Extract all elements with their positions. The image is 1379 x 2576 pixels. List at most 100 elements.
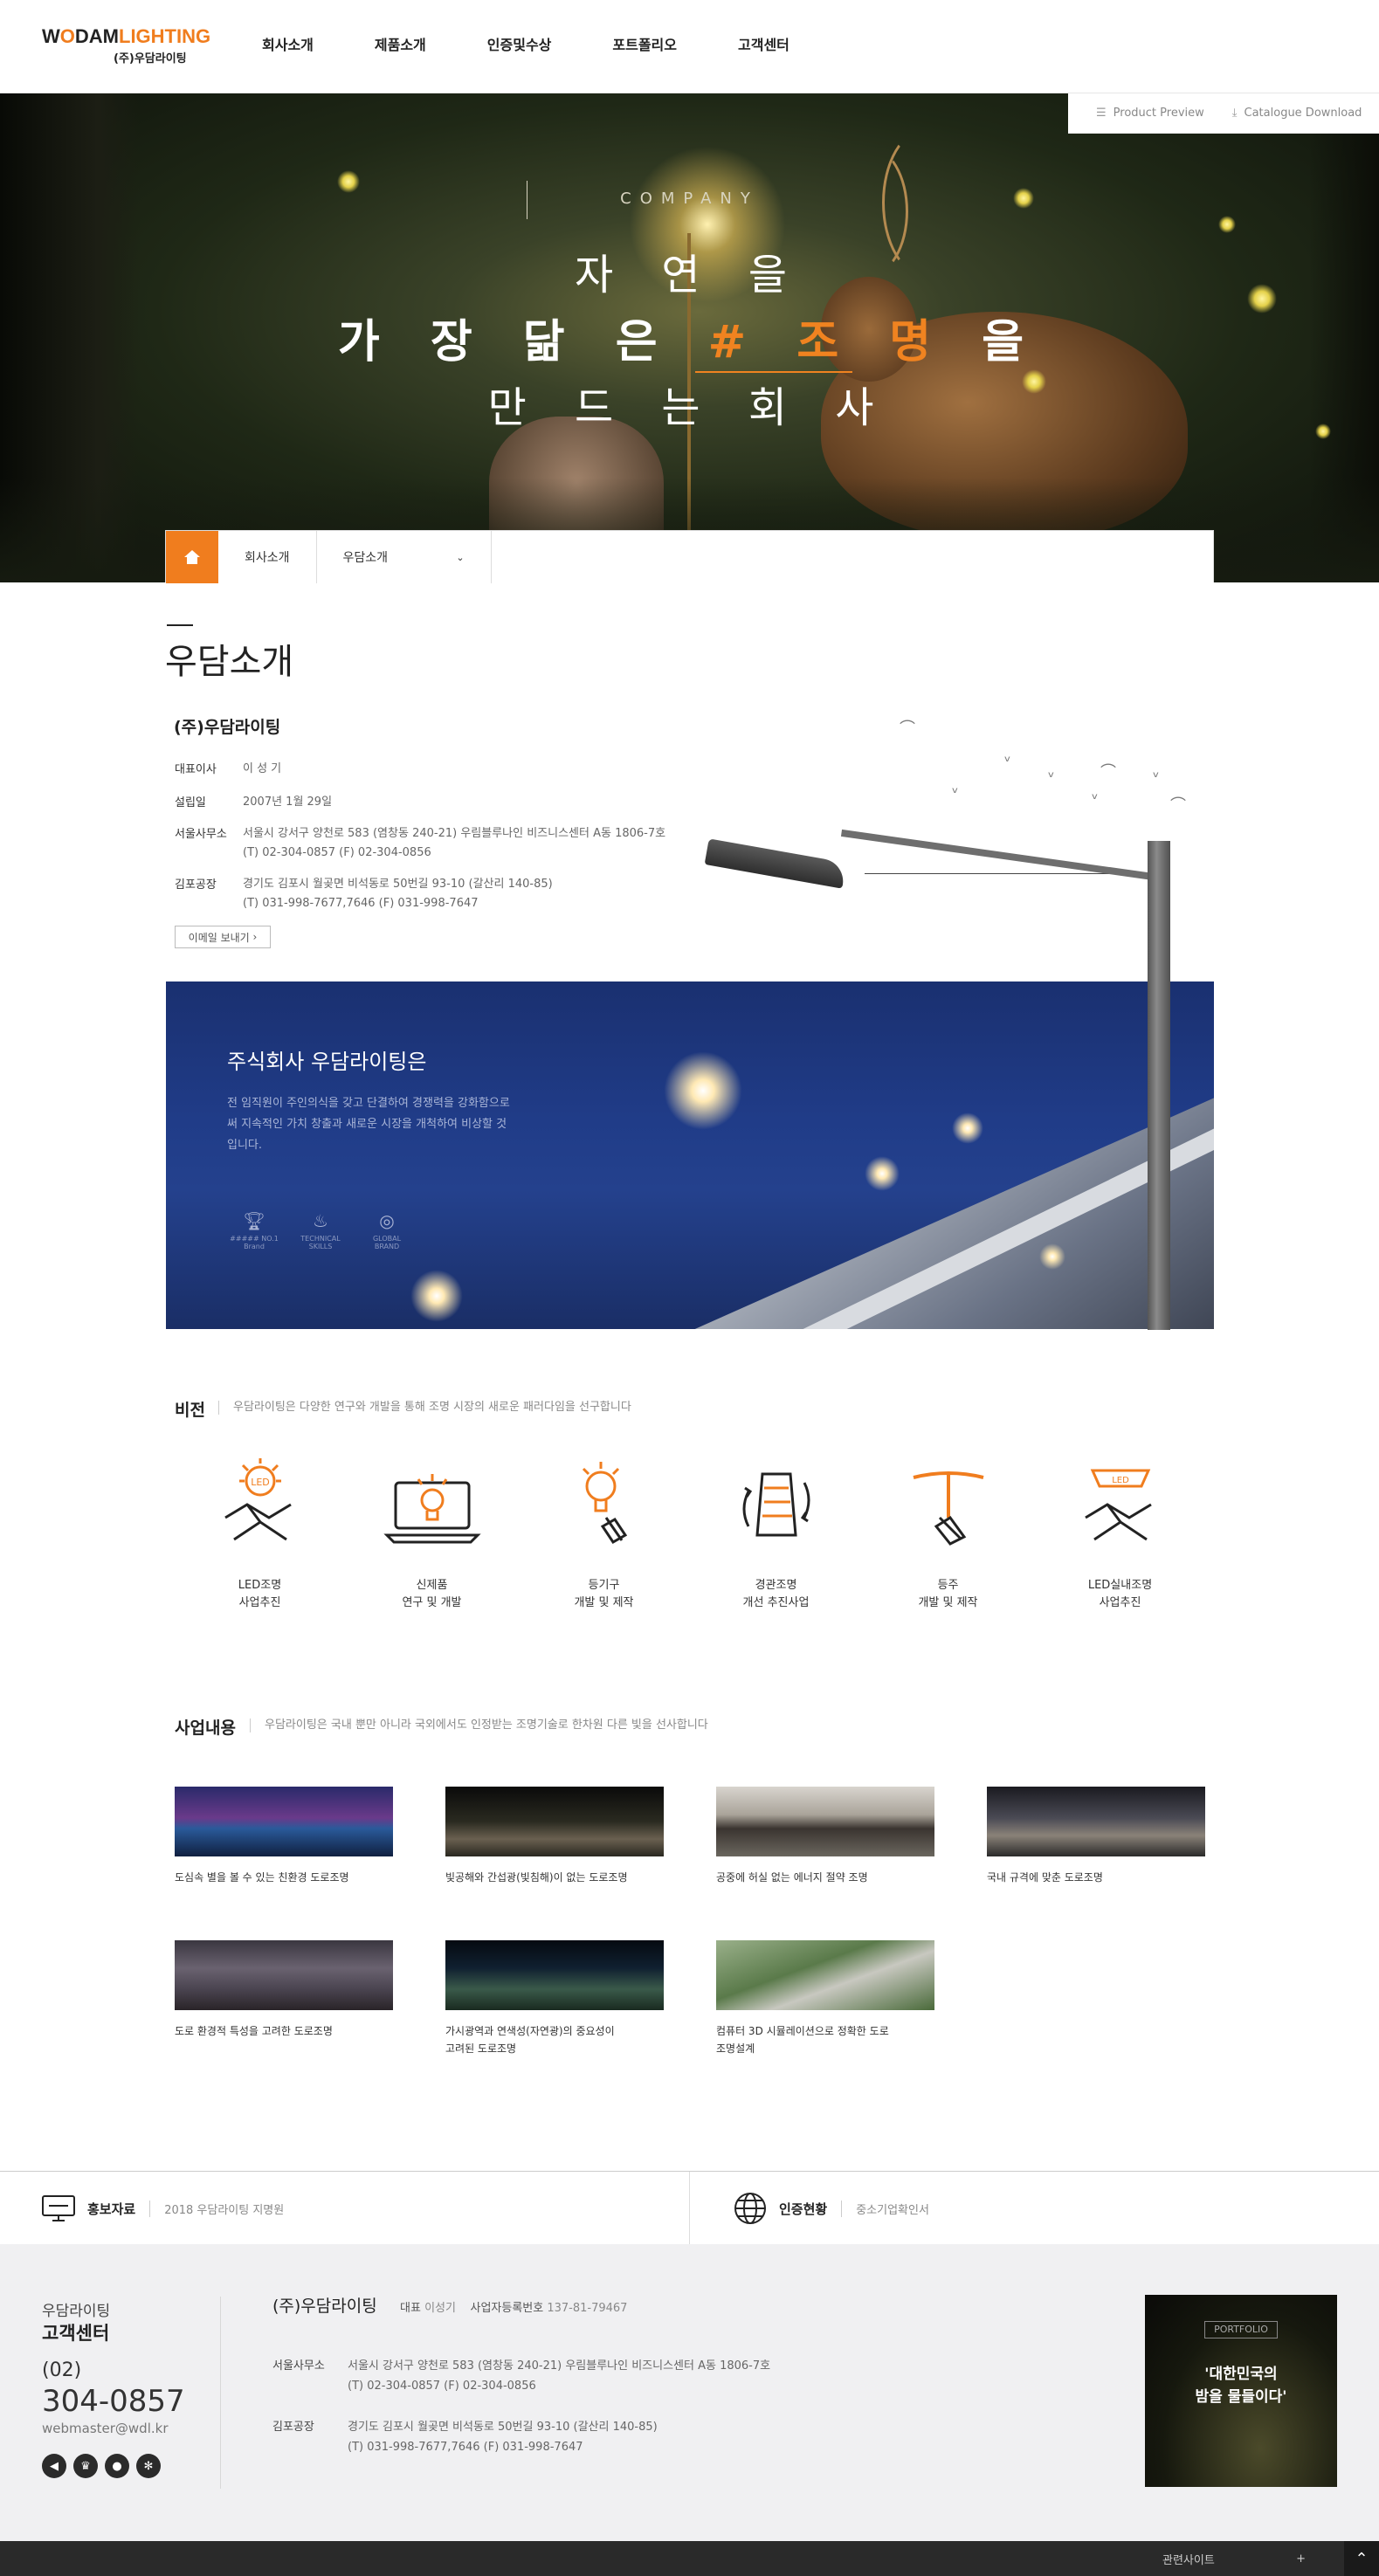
streetlight-head	[704, 838, 847, 889]
hero-line-1: 자 연 을	[575, 251, 804, 300]
info-row-gimpo: 김포공장 경기도 김포시 월곶면 비석동로 50번길 93-10 (갈산리 14…	[175, 878, 553, 910]
bird-icon: ᵛ	[1004, 753, 1011, 771]
footer-company-name: (주)우담라이팅	[272, 2297, 377, 2316]
globe-icon: ◎	[379, 1210, 395, 1231]
download-icon: ⤓	[1231, 107, 1238, 120]
bird-icon: ᵛ	[952, 784, 959, 802]
footer-address-seoul: 서울사무소 서울시 강서구 양천로 583 (염창동 240-21) 우림블루나…	[272, 2359, 771, 2393]
nav-portfolio[interactable]: 포트폴리오	[612, 33, 677, 54]
portfolio-badge: PORTFOLIO	[1204, 2321, 1278, 2338]
trophy-icon: 🏆︎	[243, 1210, 265, 1231]
vision-item-pole: 등주 개발 및 제작	[862, 1457, 1034, 1612]
business-card[interactable]: 컴퓨터 3D 시뮬레이션으로 정확한 도로 조명설계	[716, 1940, 934, 2057]
nav-products[interactable]: 제품소개	[375, 33, 426, 54]
bridge-light	[1039, 1243, 1065, 1270]
page-title: 우담소개	[165, 642, 294, 682]
lakeside-road-photo	[716, 1787, 934, 1856]
hero-line-3: 만 드 는 회 사	[487, 383, 892, 432]
company-name: (주)우담라이팅	[174, 718, 281, 737]
title-accent-bar	[167, 624, 193, 626]
technical-skills-badge: ♨ TECHNICAL SKILLS	[293, 1210, 348, 1250]
pole-wrench-icon	[913, 1471, 983, 1546]
breadcrumb: 회사소개 우담소개 ⌄	[165, 530, 1214, 583]
banner-badges: 🏆︎ ##### NO.1 Brand ♨ TECHNICAL SKILLS ◎ GL…	[227, 1210, 426, 1250]
logo-wordmark: WODAMLIGHTING	[42, 25, 211, 47]
catalogue-download-link[interactable]: ⤓ Catalogue Download	[1232, 107, 1362, 120]
bird-icon: ⌒	[1170, 796, 1186, 815]
breadcrumb-level1[interactable]: 회사소개	[218, 531, 317, 583]
breadcrumb-level2-select[interactable]: 우담소개 ⌄	[317, 531, 492, 583]
portfolio-slogan: '대한민국의 밤을 물들이다'	[1195, 2366, 1287, 2406]
bridge-night-photo	[175, 1787, 393, 1856]
highway-night-photo	[987, 1787, 1205, 1856]
vision-item-led: LED LED조명 사업추진	[174, 1457, 346, 1612]
bulb-wrench-icon	[582, 1462, 627, 1544]
home-button[interactable]	[166, 531, 218, 583]
business-card[interactable]: 도심속 별을 볼 수 있는 친환경 도로조명	[175, 1787, 393, 1886]
list-icon: ☰	[1096, 107, 1107, 120]
related-sites-select[interactable]: 관련사이트 +	[1148, 2541, 1320, 2576]
company-banner: 주식회사 우담라이팅은 전 임직원이 주인의식을 갖고 단결하여 경쟁력을 강화…	[166, 981, 1214, 1329]
main-nav: 회사소개 제품소개 인증및수상 포트폴리오 고객센터	[262, 33, 851, 54]
global-brand-badge: ◎ GLOBAL BRAND	[360, 1210, 414, 1250]
business-card[interactable]: 빛공해와 간섭광(빛침해)이 없는 도로조명	[445, 1787, 664, 1886]
footer-cs-title: 고객센터	[42, 2323, 110, 2344]
product-preview-link[interactable]: ☰ Product Preview	[1096, 107, 1204, 120]
hero-line-2: 가 장 닮 은 # 조 명 을	[337, 316, 1042, 368]
business-desc: 우담라이팅은 국내 뿐만 아니라 국외에서도 인정받는 조명기술로 한차원 다른…	[250, 1718, 708, 1732]
street-lamp-glow	[664, 1051, 742, 1130]
vision-list: LED LED조명 사업추진 신제품 연구 및 개발 등기구 개발 및 제작 경관조명…	[174, 1457, 1206, 1612]
lamp-icon: ♨	[313, 1210, 328, 1231]
speaker-icon[interactable]: ◀	[42, 2454, 66, 2478]
gear-icon[interactable]: ✻	[136, 2454, 161, 2478]
firefly	[1218, 216, 1236, 233]
streetlight-pole	[1148, 841, 1170, 1330]
bird-icon: ᵛ	[1092, 790, 1099, 809]
portfolio-promo[interactable]: PORTFOLIO '대한민국의 밤을 물들이다'	[1145, 2295, 1337, 2487]
vision-item-landscape: 경관조명 개선 추진사업	[690, 1457, 862, 1612]
business-card[interactable]: 국내 규격에 맞춘 도로조명	[987, 1787, 1205, 1886]
vision-item-fixture: 등기구 개발 및 제작	[518, 1457, 690, 1612]
info-row-founded: 설립일 2007년 1월 29일	[175, 796, 333, 809]
phone-area-code: (02)	[42, 2359, 82, 2381]
vision-desc: 우담라이팅은 다양한 연구와 개발을 통해 조명 시장의 새로운 패러다임을 선…	[218, 1401, 631, 1415]
logo[interactable]: WODAMLIGHTING (주)우담라이팅	[42, 25, 211, 72]
footer-bottom-bar: 관련사이트 + ⌃	[0, 2541, 1379, 2576]
vision-item-indoor: LED LED실내조명 사업추진	[1034, 1457, 1206, 1612]
nav-company[interactable]: 회사소개	[262, 33, 314, 54]
header: WODAMLIGHTING (주)우담라이팅 회사소개 제품소개 인증및수상 포…	[0, 0, 1379, 93]
bird-icon: ⌒	[1100, 763, 1116, 782]
certification-link[interactable]: 인증현황 중소기업확인서	[734, 2172, 929, 2245]
location-icon[interactable]: ●	[105, 2454, 129, 2478]
hero-highlight: # 조 명	[707, 316, 949, 368]
banner-title: 주식회사 우담라이팅은	[227, 1050, 427, 1074]
alley-road-photo	[175, 1940, 393, 2010]
business-card[interactable]: 공중에 허실 없는 에너지 절약 조명	[716, 1787, 934, 1886]
trophy-icon[interactable]: ♛	[73, 2454, 98, 2478]
logo-subtitle: (주)우담라이팅	[114, 52, 187, 65]
info-row-seoul: 서울사무소 서울시 강서구 양천로 583 (염창동 240-21) 우림블루나…	[175, 827, 666, 859]
globe-icon	[734, 2193, 766, 2224]
scroll-top-button[interactable]: ⌃	[1344, 2541, 1379, 2576]
promo-materials-link[interactable]: 홍보자료 2018 우담라이팅 지명원	[42, 2172, 284, 2245]
hero-subtitle: COMPANY	[620, 189, 759, 208]
plus-icon: +	[1296, 2552, 1306, 2566]
building-arrows-icon	[742, 1472, 810, 1537]
footer-rep-info: 대표 이성기 사업자등록번호 137-81-79467	[400, 2302, 628, 2315]
phone-number[interactable]: 304-0857	[42, 2384, 185, 2419]
bridge-light	[865, 1156, 900, 1191]
send-email-button[interactable]: 이메일 보내기 ›	[175, 926, 271, 948]
footer-icon-row: ◀ ♛ ● ✻	[42, 2454, 168, 2478]
vision-item-newproduct: 신제품 연구 및 개발	[346, 1457, 518, 1612]
led-panel-handshake-icon: LED	[1084, 1469, 1152, 1541]
email-address[interactable]: webmaster@wdl.kr	[42, 2421, 169, 2436]
business-card[interactable]: 가시광역과 연색성(자연광)의 중요성이 고려된 도로조명	[445, 1940, 664, 2057]
divider	[220, 2297, 221, 2489]
hero-banner: COMPANY 자 연 을 가 장 닮 은 # 조 명 을 만 드 는 회 사	[0, 93, 1379, 582]
nav-certification[interactable]: 인증및수상	[487, 33, 552, 54]
city-road-photo	[445, 1787, 664, 1856]
business-card[interactable]: 도로 환경적 특성을 고려한 도로조명	[175, 1940, 393, 2040]
info-row-ceo: 대표이사 이 성 기	[175, 762, 282, 776]
nav-support[interactable]: 고객센터	[738, 33, 789, 54]
footer-address-gimpo: 김포공장 경기도 김포시 월곶면 비석동로 50번길 93-10 (갈산리 14…	[272, 2421, 658, 2454]
